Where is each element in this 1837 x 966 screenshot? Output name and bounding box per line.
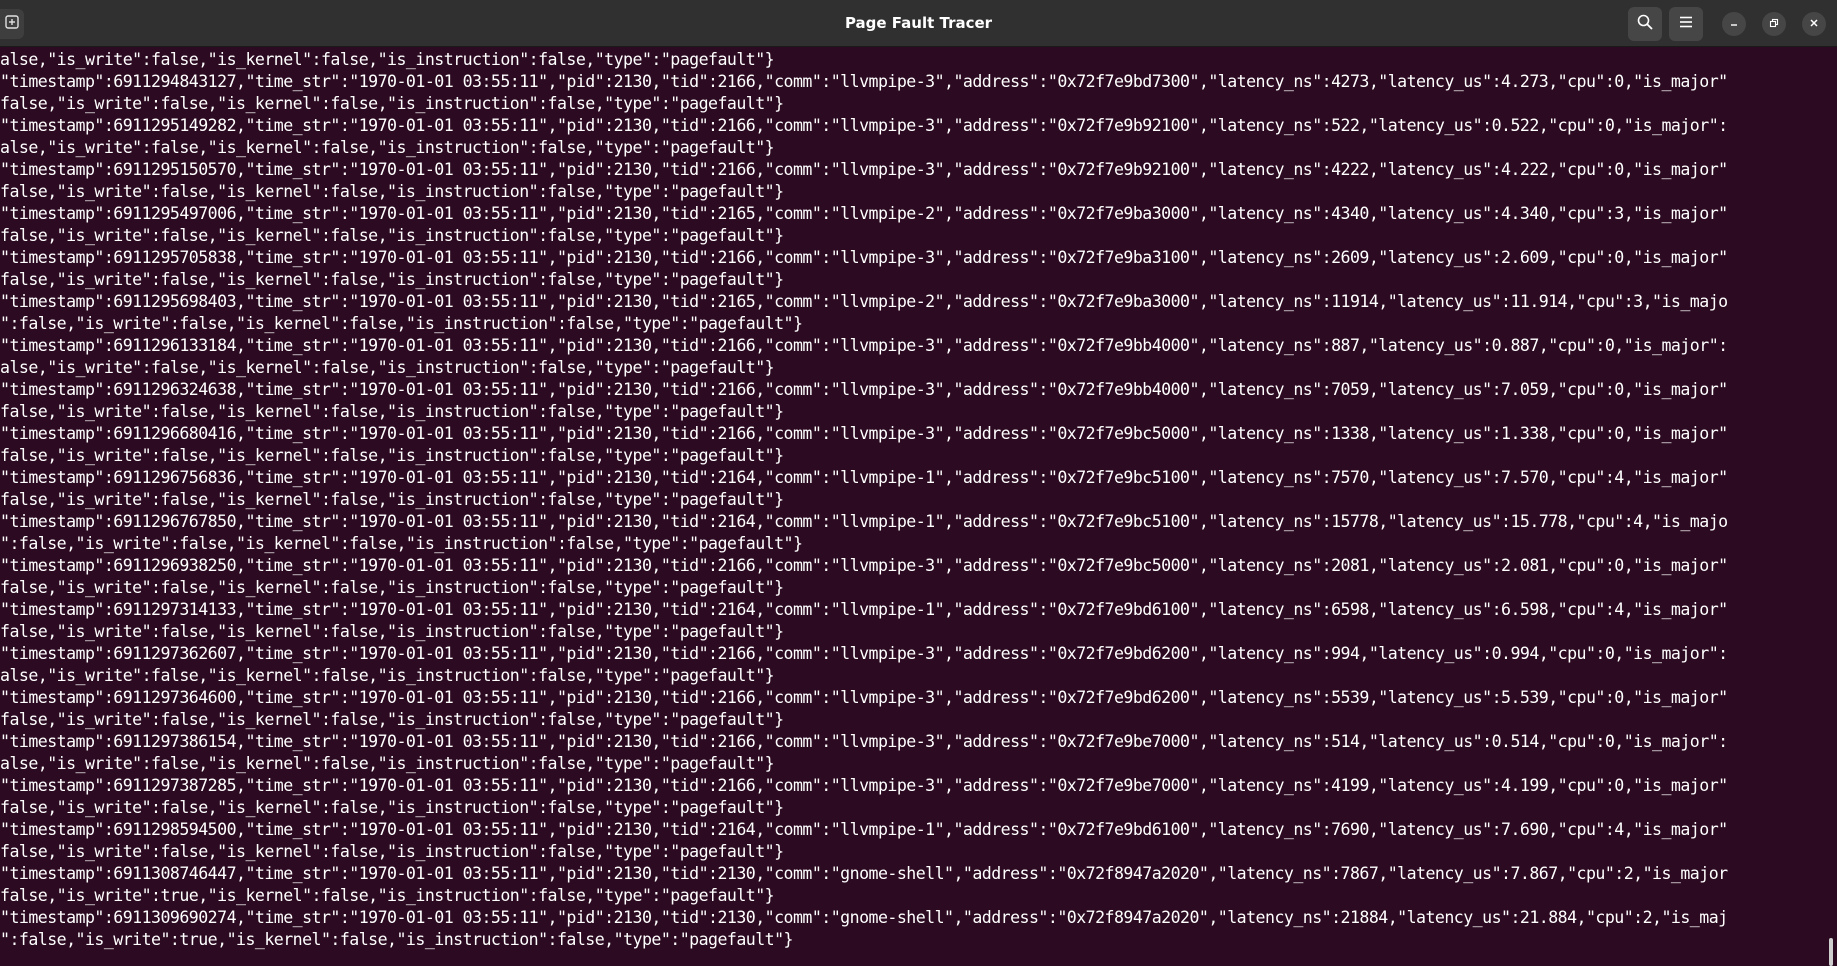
- terminal-line: "timestamp":6911297314133,"time_str":"19…: [0, 600, 1728, 619]
- terminal-line: "timestamp":6911297364600,"time_str":"19…: [0, 688, 1728, 707]
- terminal-line: "timestamp":6911297387285,"time_str":"19…: [0, 776, 1728, 795]
- menu-button[interactable]: [1669, 7, 1703, 41]
- terminal-line: false,"is_write":false,"is_kernel":false…: [0, 226, 784, 245]
- terminal-line: "timestamp":6911296767850,"time_str":"19…: [0, 512, 1728, 531]
- terminal-line: false,"is_write":false,"is_kernel":false…: [0, 182, 784, 201]
- terminal-line: "timestamp":6911296938250,"time_str":"19…: [0, 556, 1728, 575]
- terminal-line: false,"is_write":false,"is_kernel":false…: [0, 270, 784, 289]
- terminal-line: "timestamp":6911309690274,"time_str":"19…: [0, 908, 1728, 927]
- terminal-line: false,"is_write":false,"is_kernel":false…: [0, 490, 784, 509]
- terminal-line: false,"is_write":false,"is_kernel":false…: [0, 94, 784, 113]
- close-icon: [1809, 15, 1819, 33]
- title-bar[interactable]: Page Fault Tracer: [0, 0, 1837, 47]
- terminal-line: "timestamp":6911294843127,"time_str":"19…: [0, 72, 1728, 91]
- terminal-line: "timestamp":6911297362607,"time_str":"19…: [0, 644, 1728, 663]
- terminal-line: "timestamp":6911295705838,"time_str":"19…: [0, 248, 1728, 267]
- terminal-window: Page Fault Tracer alse,"is_write":false,…: [0, 0, 1837, 966]
- terminal-line: "timestamp":6911296133184,"time_str":"19…: [0, 336, 1728, 355]
- terminal-line: alse,"is_write":false,"is_kernel":false,…: [0, 50, 775, 69]
- terminal-line: "timestamp":6911296756836,"time_str":"19…: [0, 468, 1728, 487]
- terminal-line: alse,"is_write":false,"is_kernel":false,…: [0, 138, 775, 157]
- search-icon: [1637, 14, 1653, 35]
- terminal-line: "timestamp":6911295497006,"time_str":"19…: [0, 204, 1728, 223]
- maximize-button[interactable]: [1762, 12, 1786, 36]
- scrollbar-thumb[interactable]: [1829, 938, 1833, 966]
- search-button[interactable]: [1628, 7, 1662, 41]
- terminal-line: "timestamp":6911295149282,"time_str":"19…: [0, 116, 1728, 135]
- minimize-icon: [1729, 15, 1739, 33]
- close-button[interactable]: [1802, 12, 1826, 36]
- terminal-line: false,"is_write":false,"is_kernel":false…: [0, 402, 784, 421]
- terminal-line: false,"is_write":true,"is_kernel":false,…: [0, 886, 775, 905]
- terminal-line: alse,"is_write":false,"is_kernel":false,…: [0, 358, 775, 377]
- terminal-output[interactable]: alse,"is_write":false,"is_kernel":false,…: [0, 48, 1837, 966]
- window-title: Page Fault Tracer: [844, 14, 993, 32]
- terminal-line: ":false,"is_write":false,"is_kernel":fal…: [0, 314, 803, 333]
- terminal-line: "timestamp":6911295150570,"time_str":"19…: [0, 160, 1728, 179]
- terminal-line: "timestamp":6911296680416,"time_str":"19…: [0, 424, 1728, 443]
- terminal-line: "timestamp":6911297386154,"time_str":"19…: [0, 732, 1728, 751]
- terminal-line: false,"is_write":false,"is_kernel":false…: [0, 710, 784, 729]
- terminal-line: "timestamp":6911298594500,"time_str":"19…: [0, 820, 1728, 839]
- terminal-line: ":false,"is_write":true,"is_kernel":fals…: [0, 930, 794, 949]
- terminal-line: false,"is_write":false,"is_kernel":false…: [0, 578, 784, 597]
- maximize-icon: [1769, 15, 1779, 33]
- minimize-button[interactable]: [1722, 12, 1746, 36]
- terminal-line: false,"is_write":false,"is_kernel":false…: [0, 446, 784, 465]
- terminal-line: "timestamp":6911295698403,"time_str":"19…: [0, 292, 1728, 311]
- hamburger-menu-icon: [1679, 15, 1693, 33]
- terminal-line: false,"is_write":false,"is_kernel":false…: [0, 798, 784, 817]
- terminal-line: false,"is_write":false,"is_kernel":false…: [0, 842, 784, 861]
- terminal-line: alse,"is_write":false,"is_kernel":false,…: [0, 754, 775, 773]
- terminal-line: alse,"is_write":false,"is_kernel":false,…: [0, 666, 775, 685]
- terminal-line: "timestamp":6911296324638,"time_str":"19…: [0, 380, 1728, 399]
- terminal-line: ":false,"is_write":false,"is_kernel":fal…: [0, 534, 803, 553]
- terminal-line: false,"is_write":false,"is_kernel":false…: [0, 622, 784, 641]
- terminal-line: "timestamp":6911308746447,"time_str":"19…: [0, 864, 1728, 883]
